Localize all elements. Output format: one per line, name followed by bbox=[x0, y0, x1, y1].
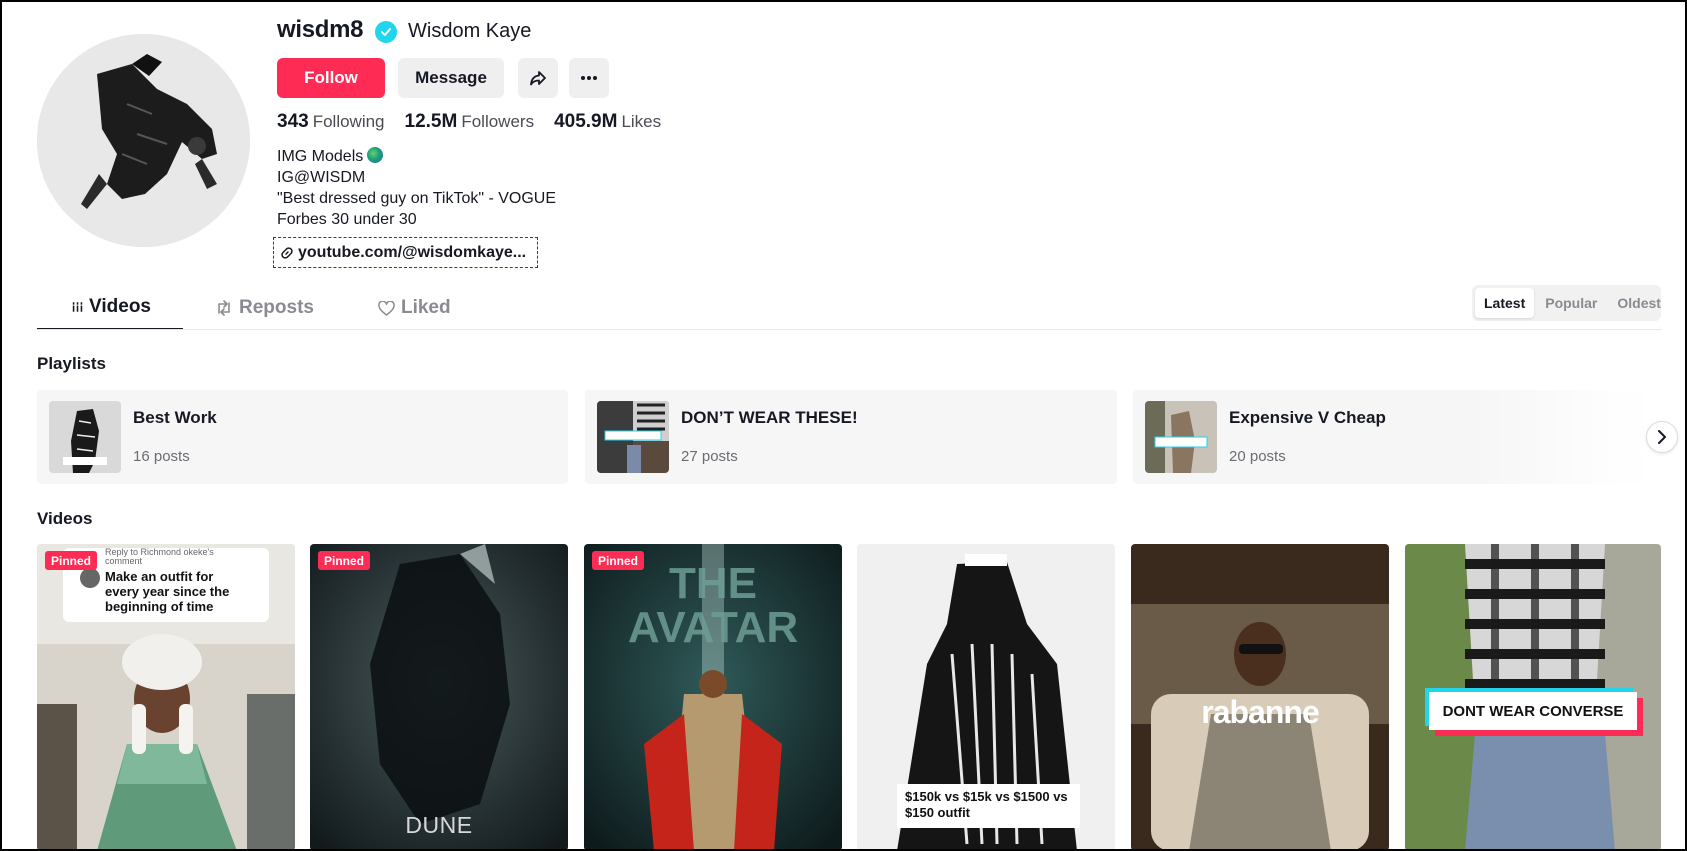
share-button[interactable] bbox=[518, 58, 558, 98]
video-card[interactable]: DONT WEAR CONVERSE bbox=[1405, 544, 1661, 851]
playlist-thumbnail bbox=[49, 401, 121, 473]
grid-icon bbox=[72, 302, 84, 312]
stat-following[interactable]: 343 Following bbox=[277, 111, 385, 133]
playlist-name: Best Work bbox=[133, 408, 217, 427]
sort-latest[interactable]: Latest bbox=[1475, 288, 1535, 318]
stat-value: 12.5M bbox=[404, 111, 458, 132]
bio-line: IMG Models bbox=[277, 146, 556, 167]
profile-nickname: Wisdom Kaye bbox=[408, 20, 532, 42]
pinned-badge: Pinned bbox=[592, 551, 645, 570]
stat-likes: 405.9M Likes bbox=[554, 111, 661, 133]
reply-text: Make an outfit for every year since the … bbox=[105, 569, 230, 614]
playlist-count: 27 posts bbox=[681, 448, 738, 465]
playlist-thumbnail bbox=[597, 401, 669, 473]
bio-line-text: IMG Models bbox=[277, 148, 364, 165]
video-caption: rabanne bbox=[1201, 694, 1319, 730]
message-button[interactable]: Message bbox=[398, 58, 504, 98]
playlist-count: 20 posts bbox=[1229, 448, 1286, 465]
playlists-fade-overlay bbox=[1470, 390, 1670, 484]
video-caption: $150k vs $15k vs $1500 vs $150 outfit bbox=[897, 784, 1080, 828]
more-options-button[interactable] bbox=[569, 58, 609, 98]
share-icon bbox=[530, 71, 546, 86]
playlist-card[interactable]: Best Work 16 posts bbox=[37, 390, 568, 484]
video-card[interactable]: $150k vs $15k vs $1500 vs $150 outfit bbox=[857, 544, 1115, 851]
sort-toggle: Latest Popular Oldest bbox=[1472, 285, 1661, 321]
stat-followers[interactable]: 12.5M Followers bbox=[405, 111, 535, 133]
video-thumbnail bbox=[310, 544, 568, 851]
playlist-card[interactable]: DON’T WEAR THESE! 27 posts bbox=[585, 390, 1117, 484]
tab-label: Videos bbox=[89, 296, 151, 317]
more-horizontal-icon bbox=[581, 76, 597, 80]
repost-icon bbox=[218, 300, 230, 316]
commenter-avatar bbox=[80, 568, 100, 588]
bio-line: Forbes 30 under 30 bbox=[277, 211, 417, 228]
sort-popular[interactable]: Popular bbox=[1536, 288, 1606, 318]
reply-meta: Reply to Richmond okeke's comment bbox=[105, 547, 214, 566]
follow-button[interactable]: Follow bbox=[277, 58, 385, 98]
playlists-heading: Playlists bbox=[37, 354, 106, 373]
playlist-name: DON’T WEAR THESE! bbox=[681, 408, 858, 427]
bio-line: "Best dressed guy on TikTok" - VOGUE bbox=[277, 190, 557, 207]
tab-reposts[interactable]: Reposts bbox=[183, 286, 346, 330]
stat-label: Following bbox=[312, 112, 385, 131]
playlist-count: 16 posts bbox=[133, 448, 190, 465]
videos-heading: Videos bbox=[37, 509, 93, 528]
tab-label: Reposts bbox=[239, 297, 314, 318]
bio-line: IG@WISDM bbox=[277, 169, 366, 186]
video-caption: DUNE bbox=[405, 812, 473, 838]
video-card[interactable]: THE AVATAR Pinned bbox=[584, 544, 842, 851]
chevron-right-icon bbox=[1658, 430, 1666, 444]
profile-username: wisdm8 bbox=[277, 16, 364, 43]
heart-icon bbox=[378, 300, 395, 316]
tab-videos[interactable]: Videos bbox=[37, 286, 183, 330]
video-card[interactable]: rabanne bbox=[1131, 544, 1389, 851]
stat-label: Likes bbox=[621, 112, 662, 131]
profile-bio: IMG Models IG@WISDM "Best dressed guy on… bbox=[277, 146, 556, 230]
verified-badge-icon bbox=[375, 21, 397, 43]
video-card[interactable]: DUNE Pinned bbox=[310, 544, 568, 851]
playlist-name: Expensive V Cheap bbox=[1229, 408, 1386, 427]
link-icon bbox=[281, 246, 293, 259]
pinned-badge: Pinned bbox=[318, 551, 371, 570]
pinned-badge: Pinned bbox=[45, 551, 98, 570]
globe-emoji-icon bbox=[367, 147, 384, 163]
playlists-next-button[interactable] bbox=[1646, 421, 1678, 453]
profile-link-text: youtube.com/@wisdomkaye... bbox=[298, 243, 527, 261]
video-caption: THE AVATAR bbox=[627, 559, 799, 652]
profile-stats: 343 Following 12.5M Followers 405.9M Likes bbox=[277, 111, 661, 133]
playlist-thumbnail bbox=[1145, 401, 1217, 473]
video-card[interactable]: Reply to Richmond okeke's comment Make a… bbox=[37, 544, 295, 851]
stat-value: 405.9M bbox=[554, 111, 618, 132]
stat-label: Followers bbox=[461, 112, 535, 131]
video-caption: DONT WEAR CONVERSE bbox=[1429, 692, 1637, 730]
sort-oldest[interactable]: Oldest bbox=[1608, 288, 1670, 318]
tabs-divider bbox=[37, 329, 1661, 330]
profile-avatar[interactable] bbox=[37, 34, 250, 247]
profile-tabs: Videos Reposts Liked bbox=[37, 286, 483, 330]
profile-link[interactable]: youtube.com/@wisdomkaye... bbox=[273, 237, 538, 268]
stat-value: 343 bbox=[277, 111, 309, 132]
tab-liked[interactable]: Liked bbox=[346, 286, 483, 330]
tab-label: Liked bbox=[400, 297, 451, 318]
avatar-photo bbox=[37, 34, 250, 247]
